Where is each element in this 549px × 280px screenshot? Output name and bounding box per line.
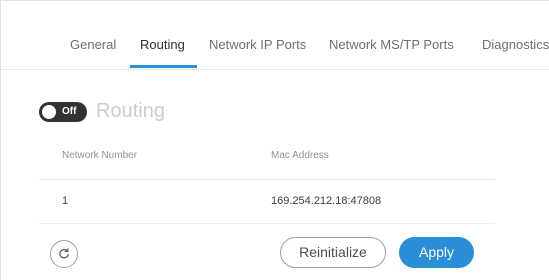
routing-toggle[interactable]: Off — [39, 102, 87, 122]
tab-routing[interactable]: Routing — [140, 37, 185, 52]
apply-button[interactable]: Apply — [399, 237, 474, 268]
table-row-divider — [39, 223, 495, 224]
reinitialize-button[interactable]: Reinitialize — [280, 237, 386, 268]
section-title: Routing — [96, 100, 165, 122]
refresh-button[interactable] — [50, 240, 78, 268]
cell-network-number: 1 — [62, 195, 69, 207]
tab-general[interactable]: General — [70, 37, 116, 52]
column-header-network-number: Network Number — [62, 150, 138, 161]
tab-diagnostics[interactable]: Diagnostics — [482, 37, 549, 52]
tab-network-mstp-ports[interactable]: Network MS/TP Ports — [329, 37, 454, 52]
tab-bar: General Routing Network IP Ports Network… — [1, 1, 549, 70]
cell-mac-address: 169.254.212.18:47808 — [271, 195, 382, 207]
toggle-knob — [42, 105, 56, 119]
refresh-icon — [59, 248, 69, 259]
active-tab-indicator — [130, 65, 197, 68]
routing-panel: General Routing Network IP Ports Network… — [0, 0, 549, 280]
toggle-state-label: Off — [62, 106, 77, 117]
tab-network-ip-ports[interactable]: Network IP Ports — [209, 37, 306, 52]
table-header-divider — [39, 179, 495, 180]
column-header-mac-address: Mac Address — [271, 150, 329, 161]
